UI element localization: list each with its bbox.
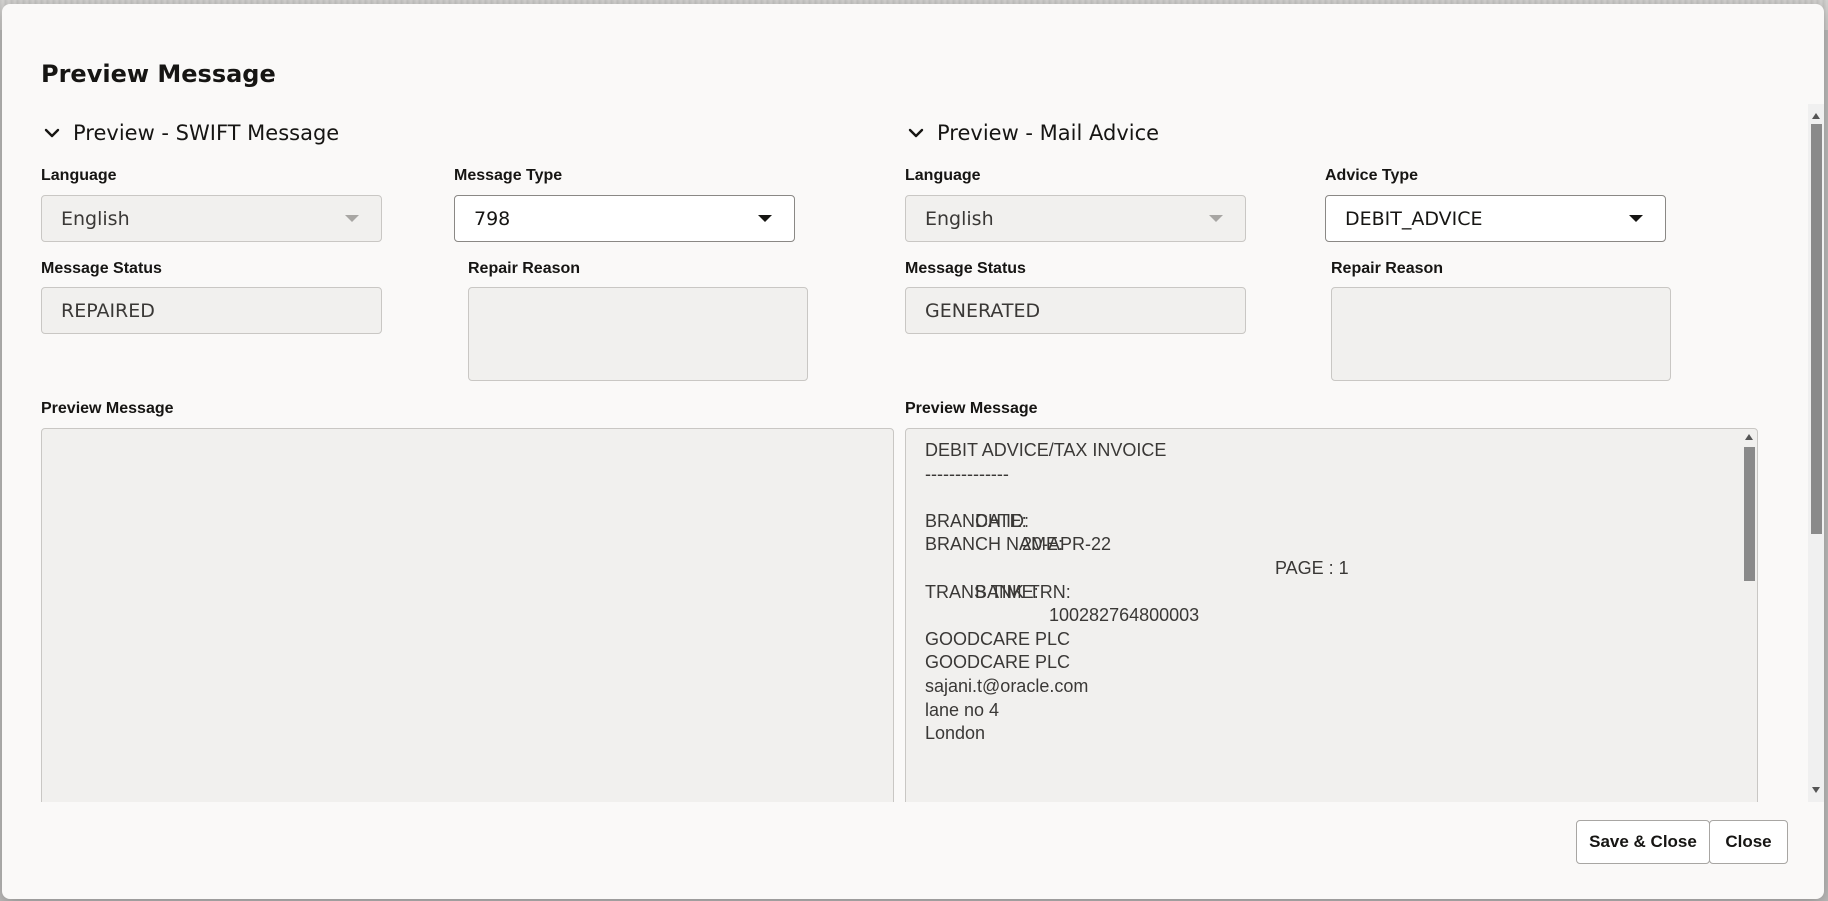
mail-section-title: Preview - Mail Advice <box>937 121 1160 145</box>
advice-bank-trn-line: BANK TRN: 100282764800003 <box>925 557 1199 626</box>
save-close-button[interactable]: Save & Close <box>1576 820 1710 864</box>
preview-message-dialog: Preview Message Preview - SWIFT Message … <box>2 4 1824 899</box>
chevron-down-icon <box>908 128 924 138</box>
mail-message-status-value: GENERATED <box>925 299 1041 322</box>
mail-section-toggle[interactable]: Preview - Mail Advice <box>905 121 1159 145</box>
caret-down-icon <box>758 215 772 222</box>
mail-repair-reason-textarea[interactable] <box>1331 287 1671 381</box>
chevron-down-icon <box>44 128 60 138</box>
swift-section-toggle[interactable]: Preview - SWIFT Message <box>41 121 339 145</box>
swift-language-select[interactable]: English <box>41 195 382 242</box>
mail-preview-textarea[interactable]: DEBIT ADVICE/TAX INVOICE -------------- … <box>905 428 1758 802</box>
message-type-label: Message Type <box>454 167 563 184</box>
advice-date-value: 20-APR-22 <box>1022 534 1112 555</box>
swift-language-label: Language <box>41 167 117 184</box>
mail-message-status-label: Message Status <box>905 260 1026 277</box>
mail-language-select[interactable]: English <box>905 195 1246 242</box>
advice-email: sajani.t@oracle.com <box>925 675 1089 696</box>
mail-advice-text: DEBIT ADVICE/TAX INVOICE -------------- … <box>925 439 1349 746</box>
advice-heading: DEBIT ADVICE/TAX INVOICE <box>925 440 1167 460</box>
swift-language-value: English <box>61 207 130 230</box>
mail-message-status-field: GENERATED <box>905 287 1246 334</box>
advice-date-label: DATE: <box>975 510 1027 531</box>
advice-address-2: London <box>925 723 986 744</box>
advice-address-1: lane no 4 <box>925 699 1000 720</box>
swift-preview-label: Preview Message <box>41 400 174 417</box>
swift-preview-textarea[interactable] <box>41 428 894 802</box>
advice-date-line: DATE: 20-APR-22 PAGE : 1 <box>925 486 1349 578</box>
advice-type-label: Advice Type <box>1325 167 1419 184</box>
swift-repair-reason-textarea[interactable] <box>468 287 808 381</box>
advice-type-select[interactable]: DEBIT_ADVICE <box>1325 195 1666 242</box>
mail-language-value: English <box>925 207 994 230</box>
mail-repair-reason-label: Repair Reason <box>1331 260 1444 277</box>
swift-message-status-value: REPAIRED <box>61 299 155 322</box>
advice-page-label: PAGE : 1 <box>1275 557 1349 578</box>
caret-down-icon <box>1209 215 1223 222</box>
mail-language-label: Language <box>905 167 981 184</box>
scroll-up-arrow-icon[interactable] <box>1745 434 1753 440</box>
dialog-content: Preview - SWIFT Message Language English… <box>2 104 1808 802</box>
mail-preview-scrollbar[interactable] <box>1742 430 1756 802</box>
advice-type-value: DEBIT_ADVICE <box>1345 207 1483 230</box>
dialog-title: Preview Message <box>41 60 276 88</box>
message-type-value: 798 <box>474 207 511 230</box>
advice-bank-trn-label: BANK TRN: <box>975 581 1071 602</box>
caret-down-icon <box>345 215 359 222</box>
dialog-scrollbar[interactable] <box>1808 104 1824 802</box>
scroll-down-arrow-icon[interactable] <box>1812 787 1820 793</box>
mail-preview-label: Preview Message <box>905 400 1038 417</box>
swift-message-status-label: Message Status <box>41 260 162 277</box>
advice-customer-name-2: GOODCARE PLC <box>925 652 1071 673</box>
advice-rule: -------------- <box>925 463 1009 484</box>
scroll-up-arrow-icon[interactable] <box>1812 113 1820 119</box>
close-button[interactable]: Close <box>1709 820 1788 864</box>
advice-bank-trn-value: 100282764800003 <box>1049 605 1200 626</box>
swift-message-status-field: REPAIRED <box>41 287 382 334</box>
message-type-select[interactable]: 798 <box>454 195 795 242</box>
scrollbar-thumb[interactable] <box>1744 447 1755 581</box>
scrollbar-thumb[interactable] <box>1811 124 1822 534</box>
swift-repair-reason-label: Repair Reason <box>468 260 581 277</box>
swift-section-title: Preview - SWIFT Message <box>73 121 340 145</box>
caret-down-icon <box>1629 215 1643 222</box>
